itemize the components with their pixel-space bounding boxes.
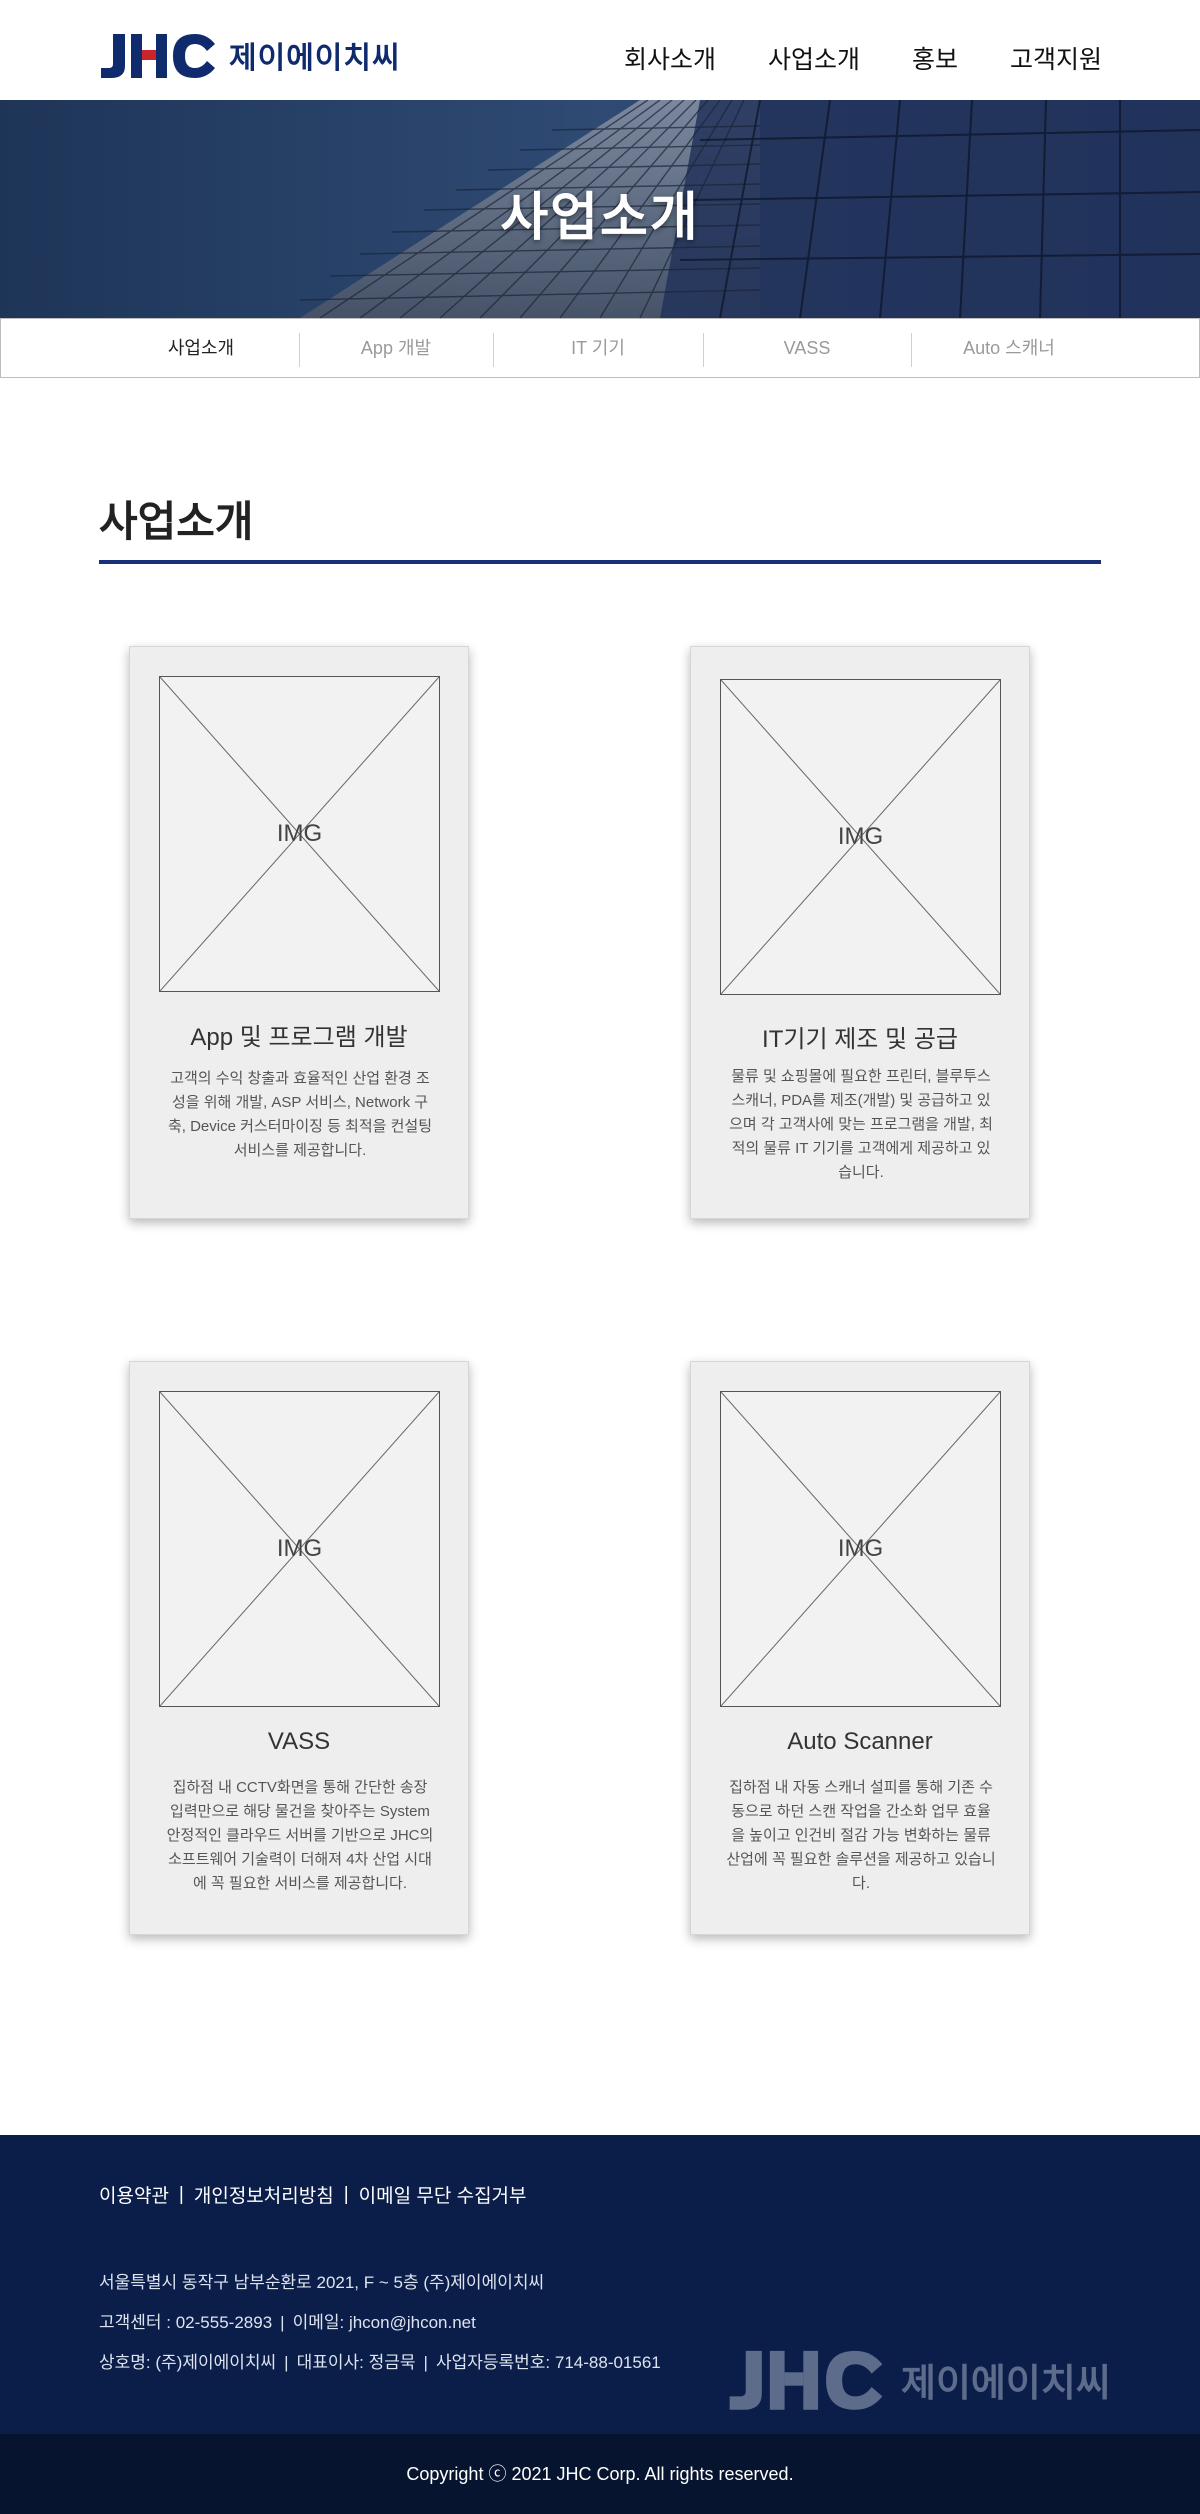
site-footer: 이용약관 | 개인정보처리방침 | 이메일 무단 수집거부 서울특별시 동작구 … (0, 2135, 1200, 2434)
card-title: Auto Scanner (787, 1728, 933, 1755)
card-image-placeholder: IMG (159, 676, 440, 992)
service-card-it-devices[interactable]: IMG IT기기 제조 및 공급 물류 및 쇼핑몰에 필요한 프린터, 블루투스… (690, 646, 1030, 1219)
footer-biz-number: 사업자등록번호: 714-88-01561 (435, 2353, 661, 2372)
footer-service-center: 고객센터 : 02-555-2893 (99, 2313, 273, 2332)
logo-text: 제이에이치씨 (229, 42, 401, 75)
card-description: 집하점 내 자동 스캐너 설피를 통해 기존 수동으로 하던 스캔 작업을 간소… (726, 1779, 996, 1892)
sub-nav: 사업소개 App 개발 IT 기기 VASS Auto 스캐너 (0, 318, 1200, 378)
nav-item-company[interactable]: 회사소개 (624, 40, 716, 76)
footer-link-privacy[interactable]: 개인정보처리방침 (194, 2181, 334, 2208)
card-description: 집하점 내 CCTV화면을 통해 간단한 송장 입력만으로 해당 물건을 찾아주… (166, 1779, 434, 1892)
footer-link-email-refusal[interactable]: 이메일 무단 수집거부 (359, 2181, 527, 2208)
card-description: 물류 및 쇼핑몰에 필요한 프린터, 블루투스 스캐너, PDA를 제조(개발)… (729, 1068, 993, 1181)
nav-item-business[interactable]: 사업소개 (768, 40, 860, 76)
footer-company-name: 상호명: (주)제이에이치씨 (99, 2353, 277, 2372)
nav-item-pr[interactable]: 홍보 (912, 40, 958, 76)
hero-banner: 사업소개 (0, 100, 1200, 318)
jhc-logo-mark (101, 34, 215, 78)
image-label: IMG (276, 820, 323, 847)
service-card-app[interactable]: IMG App 및 프로그램 개발 고객의 수익 창출과 효율적인 산업 환경 … (129, 646, 469, 1219)
subnav-item-app-dev[interactable]: App 개발 (299, 319, 493, 377)
card-title: IT기기 제조 및 공급 (762, 1026, 958, 1053)
footer-email: 이메일: jhcon@jhcon.net (292, 2313, 476, 2332)
footer-links: 이용약관 | 개인정보처리방침 | 이메일 무단 수집거부 (99, 2181, 527, 2208)
footer-jhc-logo-mark (729, 2350, 883, 2410)
footer-info-separator: | (280, 2313, 285, 2332)
footer-link-separator: | (343, 2183, 349, 2205)
card-title: App 및 프로그램 개발 (190, 1024, 408, 1051)
image-label: IMG (276, 1535, 323, 1562)
card-image-placeholder: IMG (720, 679, 1001, 995)
subnav-item-it-devices[interactable]: IT 기기 (493, 319, 703, 377)
footer-link-terms[interactable]: 이용약관 (99, 2181, 169, 2208)
footer-company-info: 서울특별시 동작구 남부순환로 2021, F ~ 5층 (주)제이에이치씨 고… (99, 2263, 661, 2383)
footer-info-separator: | (423, 2353, 428, 2372)
section-divider (99, 560, 1101, 564)
footer-business-line: 상호명: (주)제이에이치씨 | 대표이사: 정금묵 | 사업자등록번호: 714-88… (99, 2343, 661, 2383)
card-image-placeholder: IMG (159, 1391, 440, 1707)
subnav-item-business-intro[interactable]: 사업소개 (101, 319, 301, 377)
image-label: IMG (837, 823, 884, 850)
card-description: 고객의 수익 창출과 효율적인 산업 환경 조성을 위해 개발, ASP 서비스… (167, 1070, 433, 1159)
footer-contact-line: 고객센터 : 02-555-2893 | 이메일: jhcon@jhcon.net (99, 2303, 661, 2343)
footer-logo: 제이에이치씨 (727, 2345, 1111, 2413)
footer-info-separator: | (284, 2353, 289, 2372)
footer-address: 서울특별시 동작구 남부순환로 2021, F ~ 5층 (주)제이에이치씨 (99, 2273, 545, 2292)
footer-ceo: 대표이사: 정금묵 (296, 2353, 416, 2372)
image-label: IMG (837, 1535, 884, 1562)
nav-item-support[interactable]: 고객지원 (1010, 40, 1102, 76)
card-image-placeholder: IMG (720, 1391, 1001, 1707)
copyright-bar: Copyright ⓒ 2021 JHC Corp. All rights re… (0, 2434, 1200, 2514)
hero-title: 사업소개 (500, 189, 700, 247)
service-card-vass[interactable]: IMG VASS 집하점 내 CCTV화면을 통해 간단한 송장 입력만으로 해… (129, 1361, 469, 1935)
subnav-item-auto-scanner[interactable]: Auto 스캐너 (911, 319, 1107, 377)
main-nav: 회사소개 사업소개 홍보 고객지원 (624, 40, 1102, 76)
service-card-auto-scanner[interactable]: IMG Auto Scanner 집하점 내 자동 스캐너 설피를 통해 기존 … (690, 1361, 1030, 1935)
footer-logo-text: 제이에이치씨 (901, 2362, 1111, 2405)
footer-link-separator: | (178, 2183, 184, 2205)
logo[interactable]: 제이에이치씨 (99, 30, 401, 80)
subnav-item-vass[interactable]: VASS (703, 319, 911, 377)
card-title: VASS (267, 1728, 331, 1755)
section-title: 사업소개 (99, 498, 254, 545)
site-header: 제이에이치씨 회사소개 사업소개 홍보 고객지원 (0, 0, 1200, 100)
